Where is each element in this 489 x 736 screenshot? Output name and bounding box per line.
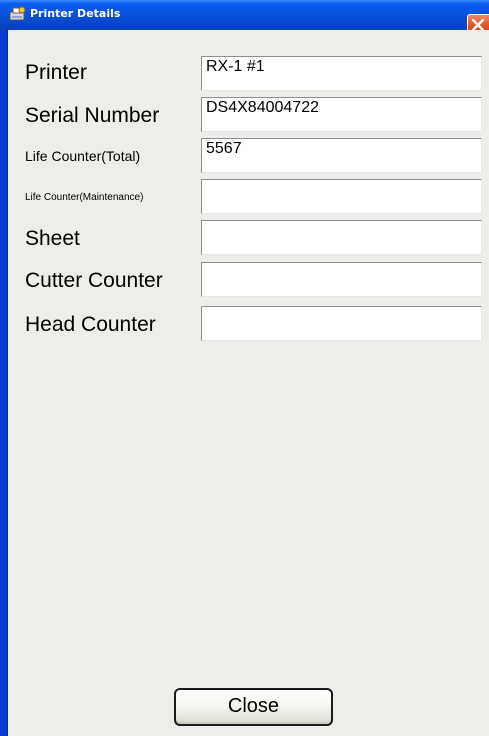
window-title: Printer Details [30,7,121,20]
serial-number-field[interactable]: DS4X84004722 [201,97,482,132]
printer-label: Printer [25,61,87,84]
serial-number-label: Serial Number [25,104,160,127]
life-counter-total-field[interactable]: 5567 [201,138,482,173]
cutter-counter-field[interactable] [201,262,482,297]
head-counter-field[interactable] [201,306,482,341]
title-bar[interactable]: Printer Details [0,0,489,36]
life-counter-maintenance-field[interactable] [201,179,482,214]
printer-field[interactable]: RX-1 #1 [201,56,482,91]
sheet-field[interactable] [201,220,482,255]
close-button[interactable]: Close [174,688,333,726]
life-counter-maintenance-label: Life Counter(Maintenance) [25,192,144,203]
head-counter-label: Head Counter [25,313,156,336]
life-counter-total-label: Life Counter(Total) [25,148,141,164]
printer-details-window: Printer Details Printer RX-1 #1 Serial N… [0,0,489,736]
dialog-body [7,30,489,736]
sheet-label: Sheet [25,227,80,250]
cutter-counter-label: Cutter Counter [25,269,163,292]
printer-settings-icon [9,6,26,22]
